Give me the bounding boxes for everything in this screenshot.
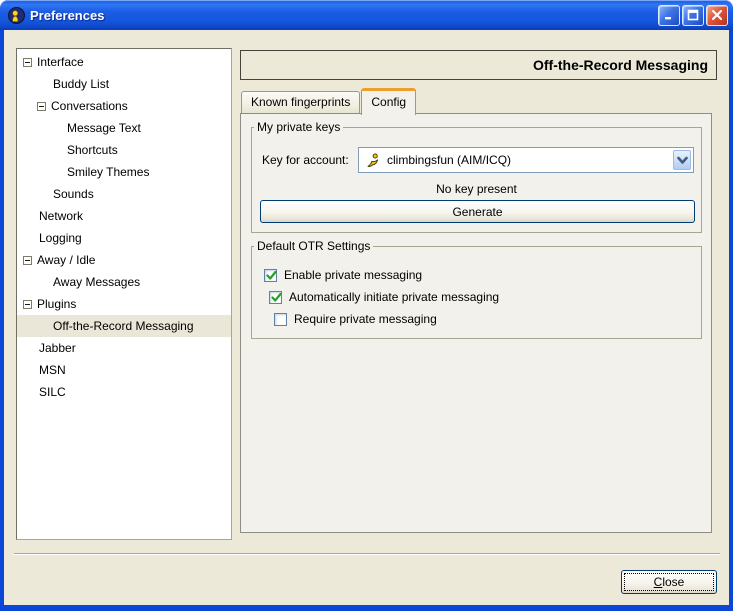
tree-item-buddy-list[interactable]: Buddy List <box>17 73 231 95</box>
tree-item-label: Shortcuts <box>67 143 118 157</box>
tree-item-label: Away / Idle <box>37 253 96 267</box>
titlebar[interactable]: Preferences <box>0 0 733 30</box>
generate-button-label: Generate <box>452 204 503 219</box>
tree-item-label: Conversations <box>51 99 128 113</box>
footer-separator <box>14 553 720 555</box>
tree-expander-icon[interactable] <box>23 57 32 67</box>
generate-button[interactable]: Generate <box>260 200 695 223</box>
tree-expander-icon[interactable] <box>37 101 46 111</box>
gaim-app-icon <box>8 6 25 24</box>
page-heading-box: Off-the-Record Messaging <box>240 50 717 80</box>
tree-item-label: Jabber <box>39 341 76 355</box>
private-keys-group: My private keys Key for account: climbin… <box>251 120 702 233</box>
checkbox-require-private-messaging[interactable] <box>274 312 287 326</box>
tree-item-label: Interface <box>37 55 84 69</box>
tree-item-network[interactable]: Network <box>17 205 231 227</box>
close-icon <box>711 9 723 21</box>
tree-expander-icon[interactable] <box>23 255 32 265</box>
tree-item-away-messages[interactable]: Away Messages <box>17 271 231 293</box>
aim-running-man-icon <box>366 152 381 168</box>
checkbox-row-require-private-messaging: Require private messaging <box>274 308 693 330</box>
checkbox-enable-private-messaging[interactable] <box>264 268 277 282</box>
tree-item-label: Off-the-Record Messaging <box>53 319 194 333</box>
minimize-button[interactable] <box>658 4 680 26</box>
default-otr-settings-group: Default OTR Settings Enable private mess… <box>251 239 702 339</box>
tree-item-jabber[interactable]: Jabber <box>17 337 231 359</box>
tree-item-label: MSN <box>39 363 66 377</box>
window-controls <box>658 4 728 26</box>
account-select[interactable]: climbingsfun (AIM/ICQ) <box>358 147 694 173</box>
checkbox-label: Enable private messaging <box>284 268 423 282</box>
tree-item-label: Buddy List <box>53 77 110 91</box>
maximize-button[interactable] <box>682 4 704 26</box>
close-button-label: Close <box>653 575 685 589</box>
config-tab-panel: My private keys Key for account: climbin… <box>240 113 712 533</box>
tree-item-msn[interactable]: MSN <box>17 359 231 381</box>
tree-item-message-text[interactable]: Message Text <box>17 117 231 139</box>
tab-bar: Known fingerprints Config <box>241 87 417 115</box>
tree-item-sounds[interactable]: Sounds <box>17 183 231 205</box>
tree-item-label: Network <box>39 209 84 223</box>
tree-item-plugins[interactable]: Plugins <box>17 293 231 315</box>
checkbox-row-enable-private-messaging: Enable private messaging <box>264 264 693 286</box>
preferences-tree: Interface Buddy List Conversations Message … <box>16 48 232 540</box>
tree-item-label: Logging <box>39 231 82 245</box>
tree-item-label: Smiley Themes <box>67 165 150 179</box>
minimize-icon <box>665 17 671 20</box>
close-button[interactable]: Close <box>621 570 717 594</box>
tree-item-shortcuts[interactable]: Shortcuts <box>17 139 231 161</box>
tab-config[interactable]: Config <box>361 88 417 115</box>
account-select-value: climbingsfun (AIM/ICQ) <box>387 153 512 167</box>
checkbox-label: Automatically initiate private messaging <box>289 290 500 304</box>
tree-item-away-idle[interactable]: Away / Idle <box>17 249 231 271</box>
close-window-button[interactable] <box>706 4 728 26</box>
tree-item-label: Message Text <box>67 121 141 135</box>
tree-item-conversations[interactable]: Conversations <box>17 95 231 117</box>
checkbox-automatically-initiate-private-messaging[interactable] <box>269 290 282 304</box>
otr-checkbox-list: Enable private messaging Automatically in… <box>264 264 693 330</box>
page-title: Off-the-Record Messaging <box>532 57 708 73</box>
tree-item-smiley-themes[interactable]: Smiley Themes <box>17 161 231 183</box>
default-otr-settings-legend: Default OTR Settings <box>254 239 374 253</box>
checkmark-icon <box>266 270 277 280</box>
key-for-account-label: Key for account: <box>262 153 349 167</box>
checkbox-label: Require private messaging <box>294 312 437 326</box>
tree-item-interface[interactable]: Interface <box>17 51 231 73</box>
tree-item-label: SILC <box>39 385 66 399</box>
tree-item-label: Sounds <box>53 187 94 201</box>
checkbox-row-automatically-initiate-private-messaging: Automatically initiate private messaging <box>269 286 693 308</box>
window-title: Preferences <box>30 7 105 23</box>
tree-item-logging[interactable]: Logging <box>17 227 231 249</box>
maximize-icon <box>687 9 699 21</box>
client-area: Interface Buddy List Conversations Message … <box>4 30 729 605</box>
tree-expander-icon[interactable] <box>23 299 32 309</box>
tree-item-off-the-record-messaging[interactable]: Off-the-Record Messaging <box>17 315 231 337</box>
key-status-text: No key present <box>436 182 517 196</box>
tree-item-silc[interactable]: SILC <box>17 381 231 403</box>
private-keys-legend: My private keys <box>254 120 344 134</box>
tab-known-fingerprints[interactable]: Known fingerprints <box>241 91 361 114</box>
tree-item-label: Away Messages <box>53 275 141 289</box>
dropdown-arrow-button[interactable] <box>673 150 691 170</box>
checkmark-icon <box>271 292 282 302</box>
chevron-down-icon <box>676 156 688 164</box>
tree-item-label: Plugins <box>37 297 77 311</box>
preferences-window: Preferences Interface Buddy List Conversat… <box>0 0 733 611</box>
